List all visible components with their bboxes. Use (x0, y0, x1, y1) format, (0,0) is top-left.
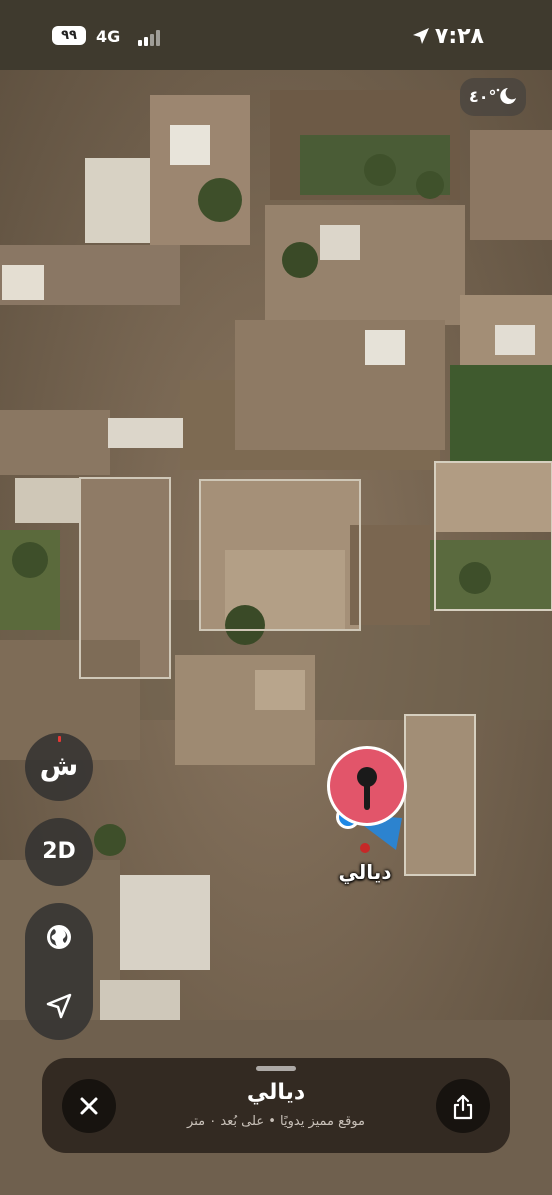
weather-badge[interactable]: ٤٠° (460, 78, 526, 116)
view-mode-label: 2D (42, 839, 76, 864)
battery-indicator: ٩٩ (52, 26, 86, 45)
locate-arrow-icon (46, 993, 72, 1019)
network-type: 4G (96, 27, 121, 46)
map-pin-icon[interactable] (324, 744, 410, 854)
view-mode-button[interactable]: 2D (25, 818, 93, 886)
pin-label[interactable]: ديالي (330, 860, 400, 884)
map-controls-group (25, 903, 93, 1040)
north-indicator (58, 736, 61, 742)
compass-label: ش (39, 749, 79, 782)
compass-button[interactable]: ش (25, 733, 93, 801)
signal-bars-icon (138, 30, 160, 46)
moon-cloud-icon (496, 88, 516, 104)
temperature: ٤٠° (469, 87, 497, 106)
place-sheet[interactable]: ديالي موقع مميز يدويًا • على بُعد ٠ متر (42, 1058, 510, 1153)
globe-icon (47, 925, 71, 949)
share-icon (453, 1094, 473, 1120)
pin-anchor-dot (360, 843, 370, 853)
sheet-grabber[interactable] (256, 1066, 296, 1071)
status-bar: ٩٩ 4G ٧:٢٨ (0, 0, 552, 72)
status-time: ٧:٢٨ (434, 24, 484, 49)
location-arrow-icon (413, 28, 429, 44)
globe-button[interactable] (25, 903, 93, 971)
locate-button[interactable] (25, 972, 93, 1040)
share-button[interactable] (436, 1079, 490, 1133)
